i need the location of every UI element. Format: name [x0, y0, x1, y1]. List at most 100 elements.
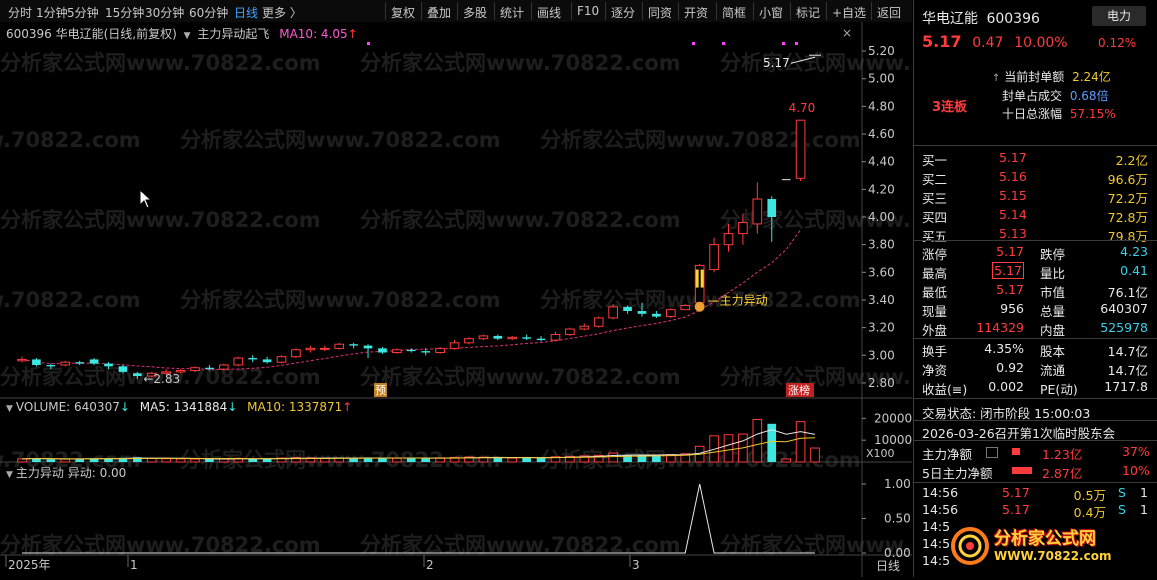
candle-body-up[interactable] [665, 309, 676, 318]
candle-body-up[interactable] [608, 306, 618, 319]
volume-bar-up[interactable] [146, 458, 157, 463]
toolbar-button-10[interactable]: 小窗 [759, 4, 783, 21]
candle-body-up[interactable] [752, 198, 763, 225]
candle-body-up[interactable] [579, 325, 590, 330]
list-icon[interactable] [986, 447, 998, 458]
toolbar-button-12[interactable]: +自选 [832, 4, 866, 21]
candle-body-up[interactable] [795, 119, 806, 179]
candle-body-up[interactable] [680, 305, 691, 311]
toolbar-button-6[interactable]: 逐分 [611, 4, 635, 21]
candle-body-up[interactable] [507, 336, 518, 340]
period-tab-5[interactable]: 60分钟 [189, 4, 228, 21]
toolbar-button-0[interactable]: 复权 [391, 4, 415, 21]
x-axis-period[interactable]: 日线 [876, 557, 900, 574]
volume-bar-up[interactable] [810, 447, 820, 463]
volume-bar-up[interactable] [608, 452, 618, 463]
candle-body-up[interactable] [60, 361, 71, 366]
candle-body-up[interactable] [392, 349, 402, 354]
candle-body-up[interactable] [593, 317, 604, 327]
candle-body-down[interactable] [406, 349, 416, 352]
candle-body-up[interactable] [291, 349, 301, 358]
volume-bar-up[interactable] [507, 457, 518, 463]
volume-bar-up[interactable] [795, 421, 806, 463]
period-tab-3[interactable]: 15分钟 [105, 4, 144, 21]
volume-bar-up[interactable] [723, 434, 734, 463]
volume-bar-up[interactable] [60, 458, 71, 463]
candle-body-up[interactable] [565, 328, 575, 336]
candle-body-down[interactable] [421, 351, 431, 353]
candle-body-up[interactable] [17, 358, 27, 362]
candle-body-down[interactable] [133, 373, 142, 377]
toolbar-button-13[interactable]: 返回 [877, 4, 901, 21]
volume-bar-down[interactable] [493, 457, 503, 462]
candle-body-up[interactable] [276, 356, 287, 363]
candle-body-up[interactable] [723, 233, 734, 246]
bid-row[interactable]: 买一 5.17 2.2亿 [922, 149, 1152, 168]
period-tab-7[interactable]: 更多 〉 [262, 4, 302, 21]
candle-body-down[interactable] [46, 364, 56, 367]
chevron-down-icon[interactable]: ▼ [184, 31, 191, 41]
candle-body-down[interactable] [32, 359, 41, 365]
toolbar-button-5[interactable]: F10 [577, 4, 599, 18]
volume-bar-up[interactable] [752, 418, 763, 463]
candle-body-up[interactable] [319, 347, 330, 350]
candle-body-down[interactable] [767, 199, 777, 217]
candle-body-down[interactable] [248, 358, 258, 360]
candle-body-up[interactable] [435, 347, 445, 354]
volume-bar-down[interactable] [349, 458, 358, 462]
toolbar-button-11[interactable]: 标记 [796, 4, 820, 21]
volume-bar-down[interactable] [421, 458, 431, 462]
toolbar-button-4[interactable]: 画线 [537, 4, 561, 21]
candle-body-down[interactable] [637, 311, 647, 314]
candle-body-down[interactable] [652, 313, 661, 317]
volume-bar-down[interactable] [406, 458, 416, 462]
candle-body-down[interactable] [104, 363, 113, 367]
candle-body-down[interactable] [349, 344, 358, 346]
candle-body-up[interactable] [709, 244, 719, 271]
close-indicator-icon[interactable]: × [842, 26, 852, 40]
chevron-down-icon[interactable]: ▼ [6, 404, 13, 414]
toolbar-button-1[interactable]: 叠加 [427, 4, 451, 21]
candle-body-down[interactable] [205, 367, 214, 370]
bid-row[interactable]: 买二 5.16 96.6万 [922, 168, 1152, 187]
candle-body-down[interactable] [493, 335, 503, 339]
bid-row[interactable]: 买三 5.15 72.2万 [922, 187, 1152, 206]
bid-row[interactable]: 买四 5.14 72.8万 [922, 206, 1152, 225]
candle-body-down[interactable] [623, 306, 632, 312]
volume-bar-up[interactable] [175, 458, 186, 463]
kline-chart-svg[interactable]: 分析家公式网www.70822.com 分析家公式网www.70822.com 分析… [0, 22, 1041, 577]
candle-body-down[interactable] [75, 362, 84, 364]
period-tab-2[interactable]: 5分钟 [67, 4, 99, 21]
bid-row[interactable]: 买五 5.13 79.8万 [922, 225, 1152, 244]
volume-bar-up[interactable] [161, 458, 172, 463]
chart-area[interactable]: 分析家公式网www.70822.com 分析家公式网www.70822.com 分析… [0, 22, 1041, 577]
candle-body-down[interactable] [89, 359, 99, 364]
volume-bar-down[interactable] [522, 457, 531, 462]
sector-button[interactable]: 电力 [1092, 6, 1146, 26]
candle-body-up[interactable] [738, 222, 748, 235]
candle-body-up[interactable] [464, 338, 474, 344]
candle-body-down[interactable] [363, 345, 373, 349]
candle-body-up[interactable] [219, 364, 229, 370]
toolbar-button-2[interactable]: 多股 [463, 4, 487, 21]
candle-body-up[interactable] [233, 357, 244, 366]
candle-body-up[interactable] [190, 367, 200, 371]
candle-body-up[interactable] [305, 347, 316, 351]
volume-bar-down[interactable] [205, 459, 214, 462]
volume-bar-up[interactable] [190, 458, 200, 463]
candle-body-up[interactable] [550, 334, 561, 341]
period-tab-4[interactable]: 30分钟 [145, 4, 184, 21]
volume-bar-up[interactable] [781, 458, 791, 463]
toolbar-button-8[interactable]: 开资 [684, 4, 708, 21]
candle-body-down[interactable] [118, 366, 128, 372]
volume-bar-up[interactable] [17, 458, 27, 463]
volume-bar-down[interactable] [46, 459, 56, 462]
toolbar-button-7[interactable]: 同资 [648, 4, 672, 21]
indicator-name[interactable]: 主力异动起飞 [197, 27, 269, 41]
volume-bar-up[interactable] [392, 457, 402, 463]
chevron-down-icon[interactable]: ▼ [6, 470, 13, 480]
period-tab-0[interactable]: 分时 [8, 4, 32, 21]
candle-body-up[interactable] [478, 335, 489, 340]
candle-body-up[interactable] [449, 342, 460, 349]
period-tab-1[interactable]: 1分钟 [36, 4, 68, 21]
